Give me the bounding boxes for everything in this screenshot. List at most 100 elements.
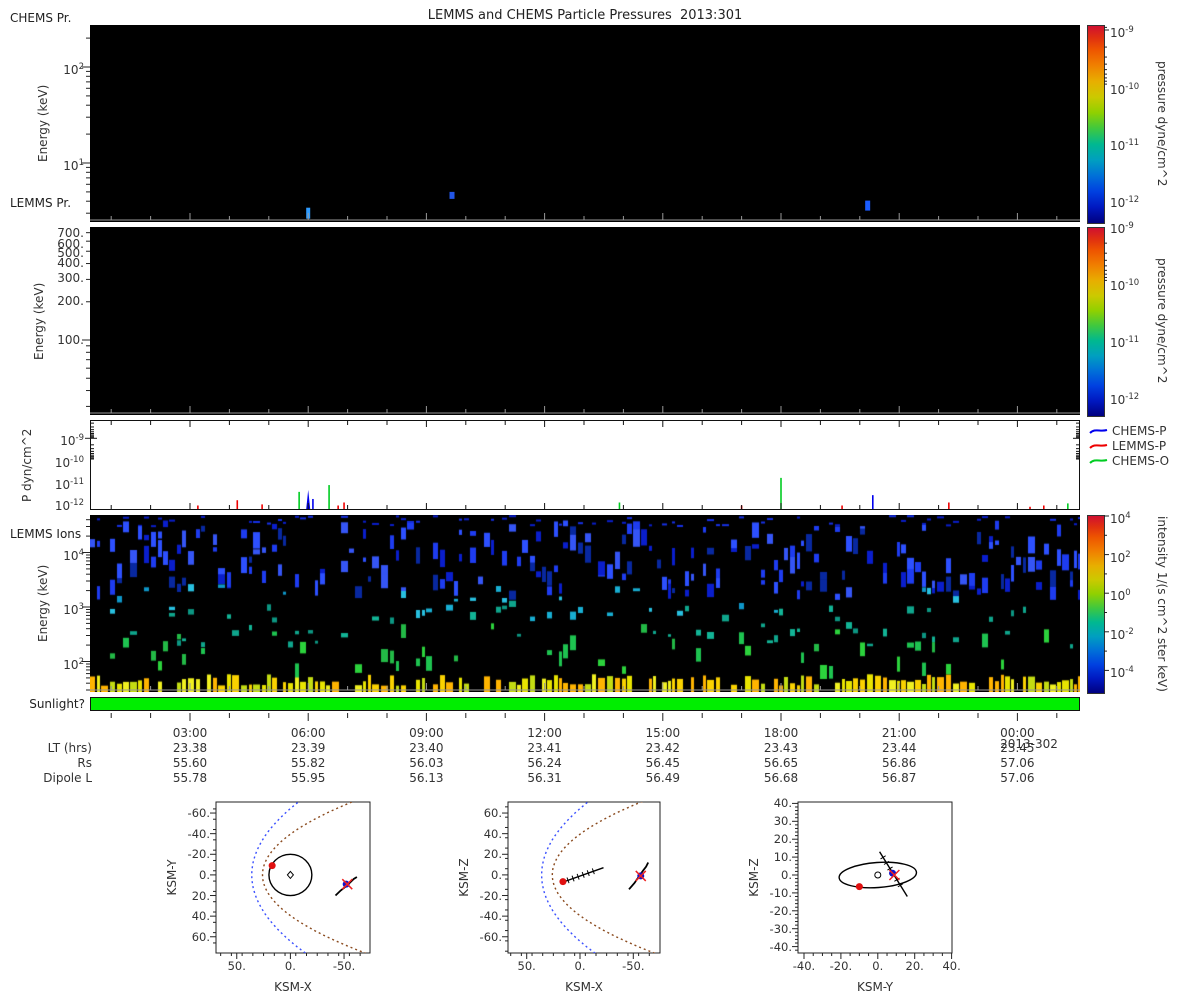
time-tick-label: 21:00 xyxy=(881,726,917,740)
lemms-pressure-colorbar xyxy=(1087,227,1105,417)
mimi-particle-pressure-figure: LEMMS and CHEMS Particle Pressures 2013:… xyxy=(0,0,1200,1000)
lt-value: 23.42 xyxy=(645,741,680,755)
magnetopause-curve xyxy=(551,802,656,953)
spacecraft-x-marker xyxy=(635,870,647,882)
orbit-time-tick xyxy=(586,870,590,877)
dipole-value: 57.06 xyxy=(1000,771,1035,785)
lemms-colorbar-title: pressure dyne/cm^2 xyxy=(1155,258,1169,384)
legend-item-chems-o: CHEMS-O xyxy=(1112,454,1170,468)
rs-value: 56.24 xyxy=(527,756,562,770)
sunlight-label: Sunlight? xyxy=(29,697,85,711)
colorbar-tick-label: 10-12 xyxy=(1110,392,1140,407)
orbit-y-tick-label: 60. xyxy=(483,806,502,821)
chems-colorbar-title: pressure dyne/cm^2 xyxy=(1155,60,1169,187)
orbit-time-tick xyxy=(897,883,904,888)
ions-y-tick-label: 103 xyxy=(63,602,84,617)
orbit-y-tick-label: 0. xyxy=(199,867,210,882)
orbit-plot-frame xyxy=(797,801,953,954)
pressure-lineplot-panel xyxy=(90,420,1080,510)
page-title: LEMMS and CHEMS Particle Pressures 2013:… xyxy=(427,8,743,23)
ions-y-tick-label: 102 xyxy=(63,656,84,672)
lemms-ions-panel xyxy=(90,515,1080,692)
moon-position-dot xyxy=(855,883,863,891)
orbit-y-tick-label: -60. xyxy=(479,929,502,944)
orbit-x-axis-label: KSM-X xyxy=(565,980,603,994)
lt-value: 23.41 xyxy=(527,741,562,755)
orbit-y-tick-label: -10. xyxy=(769,885,792,900)
dipole-value: 56.87 xyxy=(882,771,917,785)
orbit-y-tick-label: -30. xyxy=(769,921,792,936)
time-tick-label: 18:00 xyxy=(763,726,799,740)
orbit-y-tick-label: -20. xyxy=(769,903,792,918)
lemms-y-tick-label: 200. xyxy=(57,294,84,308)
lemms-pressure-panel xyxy=(90,227,1080,415)
orbit-y-tick-label: 10. xyxy=(773,850,792,865)
dipole-value: 56.49 xyxy=(645,771,680,785)
dipole-value: 56.13 xyxy=(409,771,444,785)
spacecraft-trajectory-arc xyxy=(628,862,650,890)
time-tick-label: 15:00 xyxy=(645,726,681,740)
chems-energy-axis-label: Energy (keV) xyxy=(36,84,50,163)
orbit-y-tick-label: 40. xyxy=(191,909,210,924)
orbit-time-tick xyxy=(576,873,580,880)
time-tick-label: 09:00 xyxy=(409,726,444,740)
orbit-time-tick xyxy=(591,868,595,875)
bow-shock-curve xyxy=(251,802,307,953)
saturn-marker xyxy=(874,871,882,879)
spacecraft-x-marker xyxy=(888,869,900,881)
orbit-y-tick-label: 0. xyxy=(781,868,792,882)
orbit-y-tick-label: 0. xyxy=(491,867,502,882)
time-tick-label: 03:00 xyxy=(172,726,208,740)
colorbar-tick-label: 10-9 xyxy=(1110,25,1134,40)
colorbar-tick-label: 10-11 xyxy=(1110,335,1140,350)
lt-value: 23.43 xyxy=(763,741,799,755)
colorbar-tick-label: 102 xyxy=(1110,549,1131,565)
orbit-y-tick-label: 20. xyxy=(773,832,792,847)
orbit-x-tick-label: 40. xyxy=(942,959,961,973)
chems-pressure-colorbar xyxy=(1087,25,1105,224)
orbit-y-tick-label: -40. xyxy=(769,939,792,954)
colorbar-tick-label: 10-12 xyxy=(1110,195,1140,210)
colorbar-tick-label: 10-2 xyxy=(1110,626,1134,642)
lt-value: 23.40 xyxy=(409,741,444,755)
chems-pr-label: CHEMS Pr. xyxy=(10,11,72,25)
bow-shock-curve xyxy=(540,802,596,953)
orbit-plot-frame xyxy=(507,801,661,954)
time-tick-label: 06:00 xyxy=(290,726,326,740)
chems-y-tick-label: 102 xyxy=(63,62,84,77)
legend-item-chems-p: CHEMS-P xyxy=(1112,424,1167,438)
cassini-orbit-line xyxy=(879,851,908,897)
saturn-marker xyxy=(286,870,295,880)
colorbar-tick-label: 10-11 xyxy=(1110,138,1140,154)
dipole-value: 56.68 xyxy=(763,771,799,785)
rs-value: 55.60 xyxy=(172,756,208,770)
row-label-lt: LT (hrs) xyxy=(47,741,92,755)
lt-value: 23.44 xyxy=(882,741,917,755)
orbit-time-tick xyxy=(894,877,900,882)
lt-value: 23.45 xyxy=(1000,741,1035,755)
colorbar-tick-label: 100 xyxy=(1110,588,1131,604)
moon-position-dot xyxy=(559,878,567,886)
rs-value: 56.86 xyxy=(882,756,917,770)
dipole-value: 55.78 xyxy=(172,771,208,785)
colorbar-tick-label: 10-4 xyxy=(1110,665,1134,681)
row-label-dipole: Dipole L xyxy=(43,771,92,785)
moon-position-dot xyxy=(268,862,276,870)
legend-line-sample xyxy=(1089,444,1108,449)
rs-value: 56.45 xyxy=(645,756,680,770)
lt-value: 23.39 xyxy=(291,741,326,755)
orbit-time-tick xyxy=(581,871,585,878)
orbit-plot-frame xyxy=(215,801,371,954)
rs-value: 56.03 xyxy=(409,756,444,770)
legend-item-lemms-p: LEMMS-P xyxy=(1112,439,1167,453)
time-tick-label: 12:00 xyxy=(527,726,562,740)
ions-intensity-colorbar xyxy=(1087,515,1105,694)
colorbar-tick-label: 104 xyxy=(1110,511,1131,526)
rs-value: 56.65 xyxy=(763,756,799,770)
orbit-y-tick-label: -40. xyxy=(187,826,210,841)
orbit-y-tick-label: 40. xyxy=(483,826,502,841)
colorbar-tick-label: 10-10 xyxy=(1110,81,1140,97)
orbit-x-tick-label: -50. xyxy=(332,959,356,973)
ions-y-tick-label: 104 xyxy=(63,547,84,563)
lemms-y-tick-label: 400. xyxy=(57,256,84,271)
